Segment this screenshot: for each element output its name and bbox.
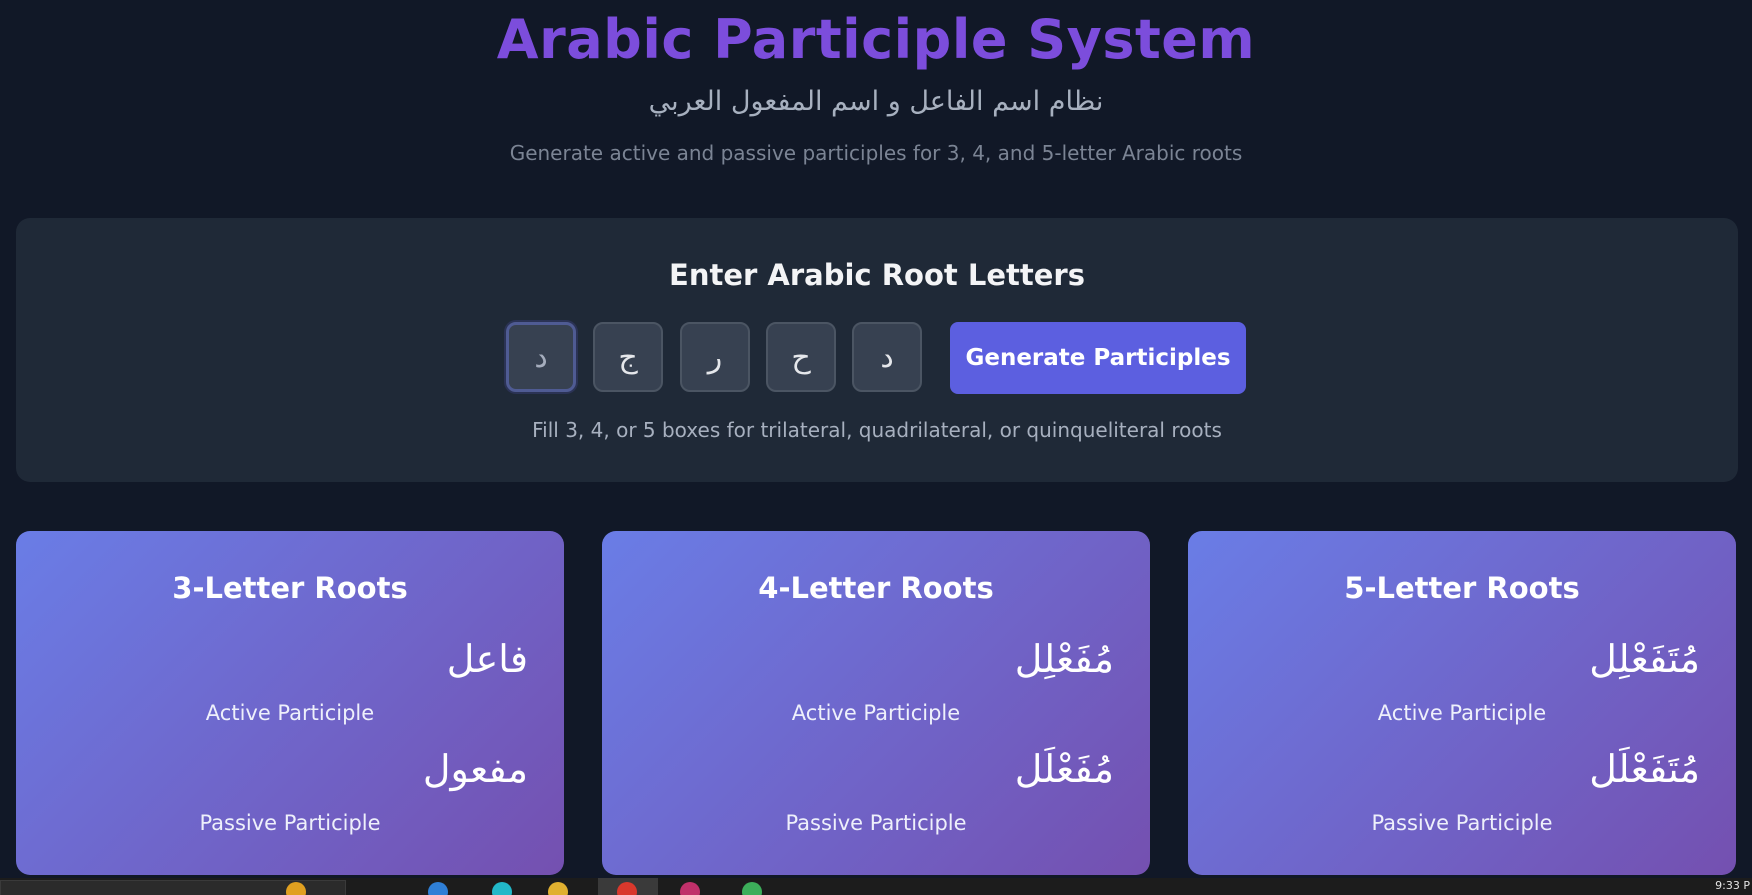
card-5-letter-roots: 5-Letter Roots مُتَفَعْلِل Active Partic…: [1188, 531, 1736, 875]
app-page: Arabic Participle System نظام اسم الفاعل…: [0, 0, 1752, 895]
active-participle-pattern: فاعل: [446, 637, 528, 681]
taskbar-app-icon[interactable]: [680, 882, 700, 895]
card-4-letter-roots: 4-Letter Roots مُفَعْلِل Active Particip…: [602, 531, 1150, 875]
active-participle-label: Active Participle: [791, 701, 961, 725]
active-participle-label: Active Participle: [1377, 701, 1547, 725]
root-letter-input-1[interactable]: [506, 322, 576, 392]
generate-participles-button[interactable]: Generate Participles: [950, 322, 1246, 394]
active-participle-pattern: مُتَفَعْلِل: [1589, 637, 1700, 681]
root-length-hint: Fill 3, 4, or 5 boxes for trilateral, qu…: [532, 418, 1222, 442]
taskbar-app-icon[interactable]: [742, 882, 762, 895]
root-letter-input-2[interactable]: [593, 322, 663, 392]
root-input-title: Enter Arabic Root Letters: [669, 258, 1085, 292]
taskbar-folder-icon[interactable]: [548, 882, 568, 895]
passive-participle-label: Passive Participle: [785, 811, 967, 835]
root-letter-input-3[interactable]: [680, 322, 750, 392]
card-3-letter-roots: 3-Letter Roots فاعل Active Participle مف…: [16, 531, 564, 875]
active-participle-pattern: مُفَعْلِل: [1014, 637, 1114, 681]
card-title: 3-Letter Roots: [172, 571, 408, 605]
root-letter-input-5[interactable]: [852, 322, 922, 392]
taskbar-app-icon[interactable]: [286, 882, 306, 895]
taskbar-app-icon[interactable]: [492, 882, 512, 895]
taskbar-app-icon[interactable]: [428, 882, 448, 895]
passive-participle-pattern: مفعول: [422, 747, 528, 791]
card-title: 5-Letter Roots: [1344, 571, 1580, 605]
root-letter-input-4[interactable]: [766, 322, 836, 392]
page-title: Arabic Participle System: [496, 8, 1256, 71]
active-participle-label: Active Participle: [205, 701, 375, 725]
passive-participle-label: Passive Participle: [1371, 811, 1553, 835]
passive-participle-label: Passive Participle: [199, 811, 381, 835]
english-subtitle: Generate active and passive participles …: [509, 141, 1243, 165]
os-taskbar: 9:33 P: [0, 878, 1752, 895]
card-title: 4-Letter Roots: [758, 571, 994, 605]
taskbar-browser-icon[interactable]: [617, 882, 637, 895]
root-input-panel: Enter Arabic Root Letters Generate Parti…: [16, 218, 1738, 482]
passive-participle-pattern: مُفَعْلَل: [1014, 747, 1114, 791]
passive-participle-pattern: مُتَفَعْلَل: [1589, 747, 1700, 791]
arabic-subtitle: نظام اسم الفاعل و اسم المفعول العربي: [648, 86, 1104, 117]
taskbar-clock: 9:33 P: [1715, 879, 1750, 892]
